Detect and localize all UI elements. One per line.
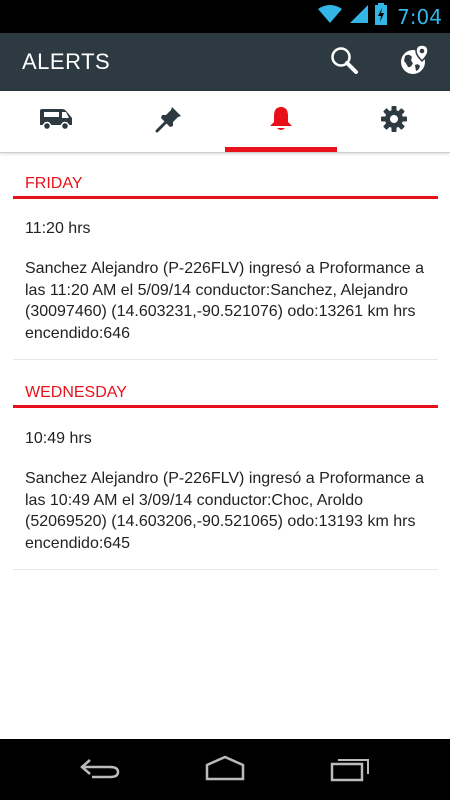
home-icon: [201, 755, 249, 786]
search-button[interactable]: [322, 41, 366, 83]
alert-time: 11:20 hrs: [25, 220, 91, 237]
globe-pin-icon: [399, 43, 431, 81]
alerts-list[interactable]: FRIDAY 11:20 hrs Sanchez Alejandro (P-22…: [0, 153, 450, 739]
tab-locations[interactable]: [113, 91, 225, 152]
wifi-icon: [317, 4, 343, 29]
tab-settings[interactable]: [338, 91, 450, 152]
alert-message: Sanchez Alejandro (P-226FLV) ingresó a P…: [25, 470, 425, 552]
map-button[interactable]: [393, 41, 437, 83]
search-icon: [329, 45, 359, 80]
system-nav-bar: [0, 739, 450, 800]
section-header-label: WEDNESDAY: [25, 384, 127, 401]
status-clock: 7:04: [397, 4, 442, 29]
tab-vehicles[interactable]: [0, 91, 112, 152]
alert-time: 10:49 hrs: [25, 430, 92, 447]
section-header-label: FRIDAY: [25, 175, 83, 192]
gear-icon: [380, 105, 408, 138]
home-button[interactable]: [195, 751, 255, 789]
status-bar: 7:04: [0, 0, 450, 33]
alert-card[interactable]: 10:49 hrs Sanchez Alejandro (P-226FLV) i…: [13, 430, 438, 570]
status-icons: 7:04: [317, 3, 442, 30]
recent-apps-icon: [328, 754, 372, 787]
battery-icon: [375, 3, 388, 30]
tab-alerts[interactable]: [225, 91, 337, 152]
alert-card[interactable]: 11:20 hrs Sanchez Alejandro (P-226FLV) i…: [13, 220, 438, 360]
recent-apps-button[interactable]: [320, 751, 380, 789]
alert-message: Sanchez Alejandro (P-226FLV) ingresó a P…: [25, 260, 425, 342]
pushpin-icon: [155, 105, 183, 138]
bell-icon: [267, 105, 295, 138]
van-icon: [38, 107, 74, 136]
tab-bar: [0, 91, 450, 153]
signal-icon: [349, 4, 369, 29]
page-title: ALERTS: [22, 49, 111, 74]
section-header-friday: FRIDAY: [13, 169, 438, 199]
action-bar: ALERTS: [0, 33, 450, 91]
back-icon: [78, 756, 122, 785]
section-header-wednesday: WEDNESDAY: [13, 378, 438, 408]
back-button[interactable]: [70, 751, 130, 789]
